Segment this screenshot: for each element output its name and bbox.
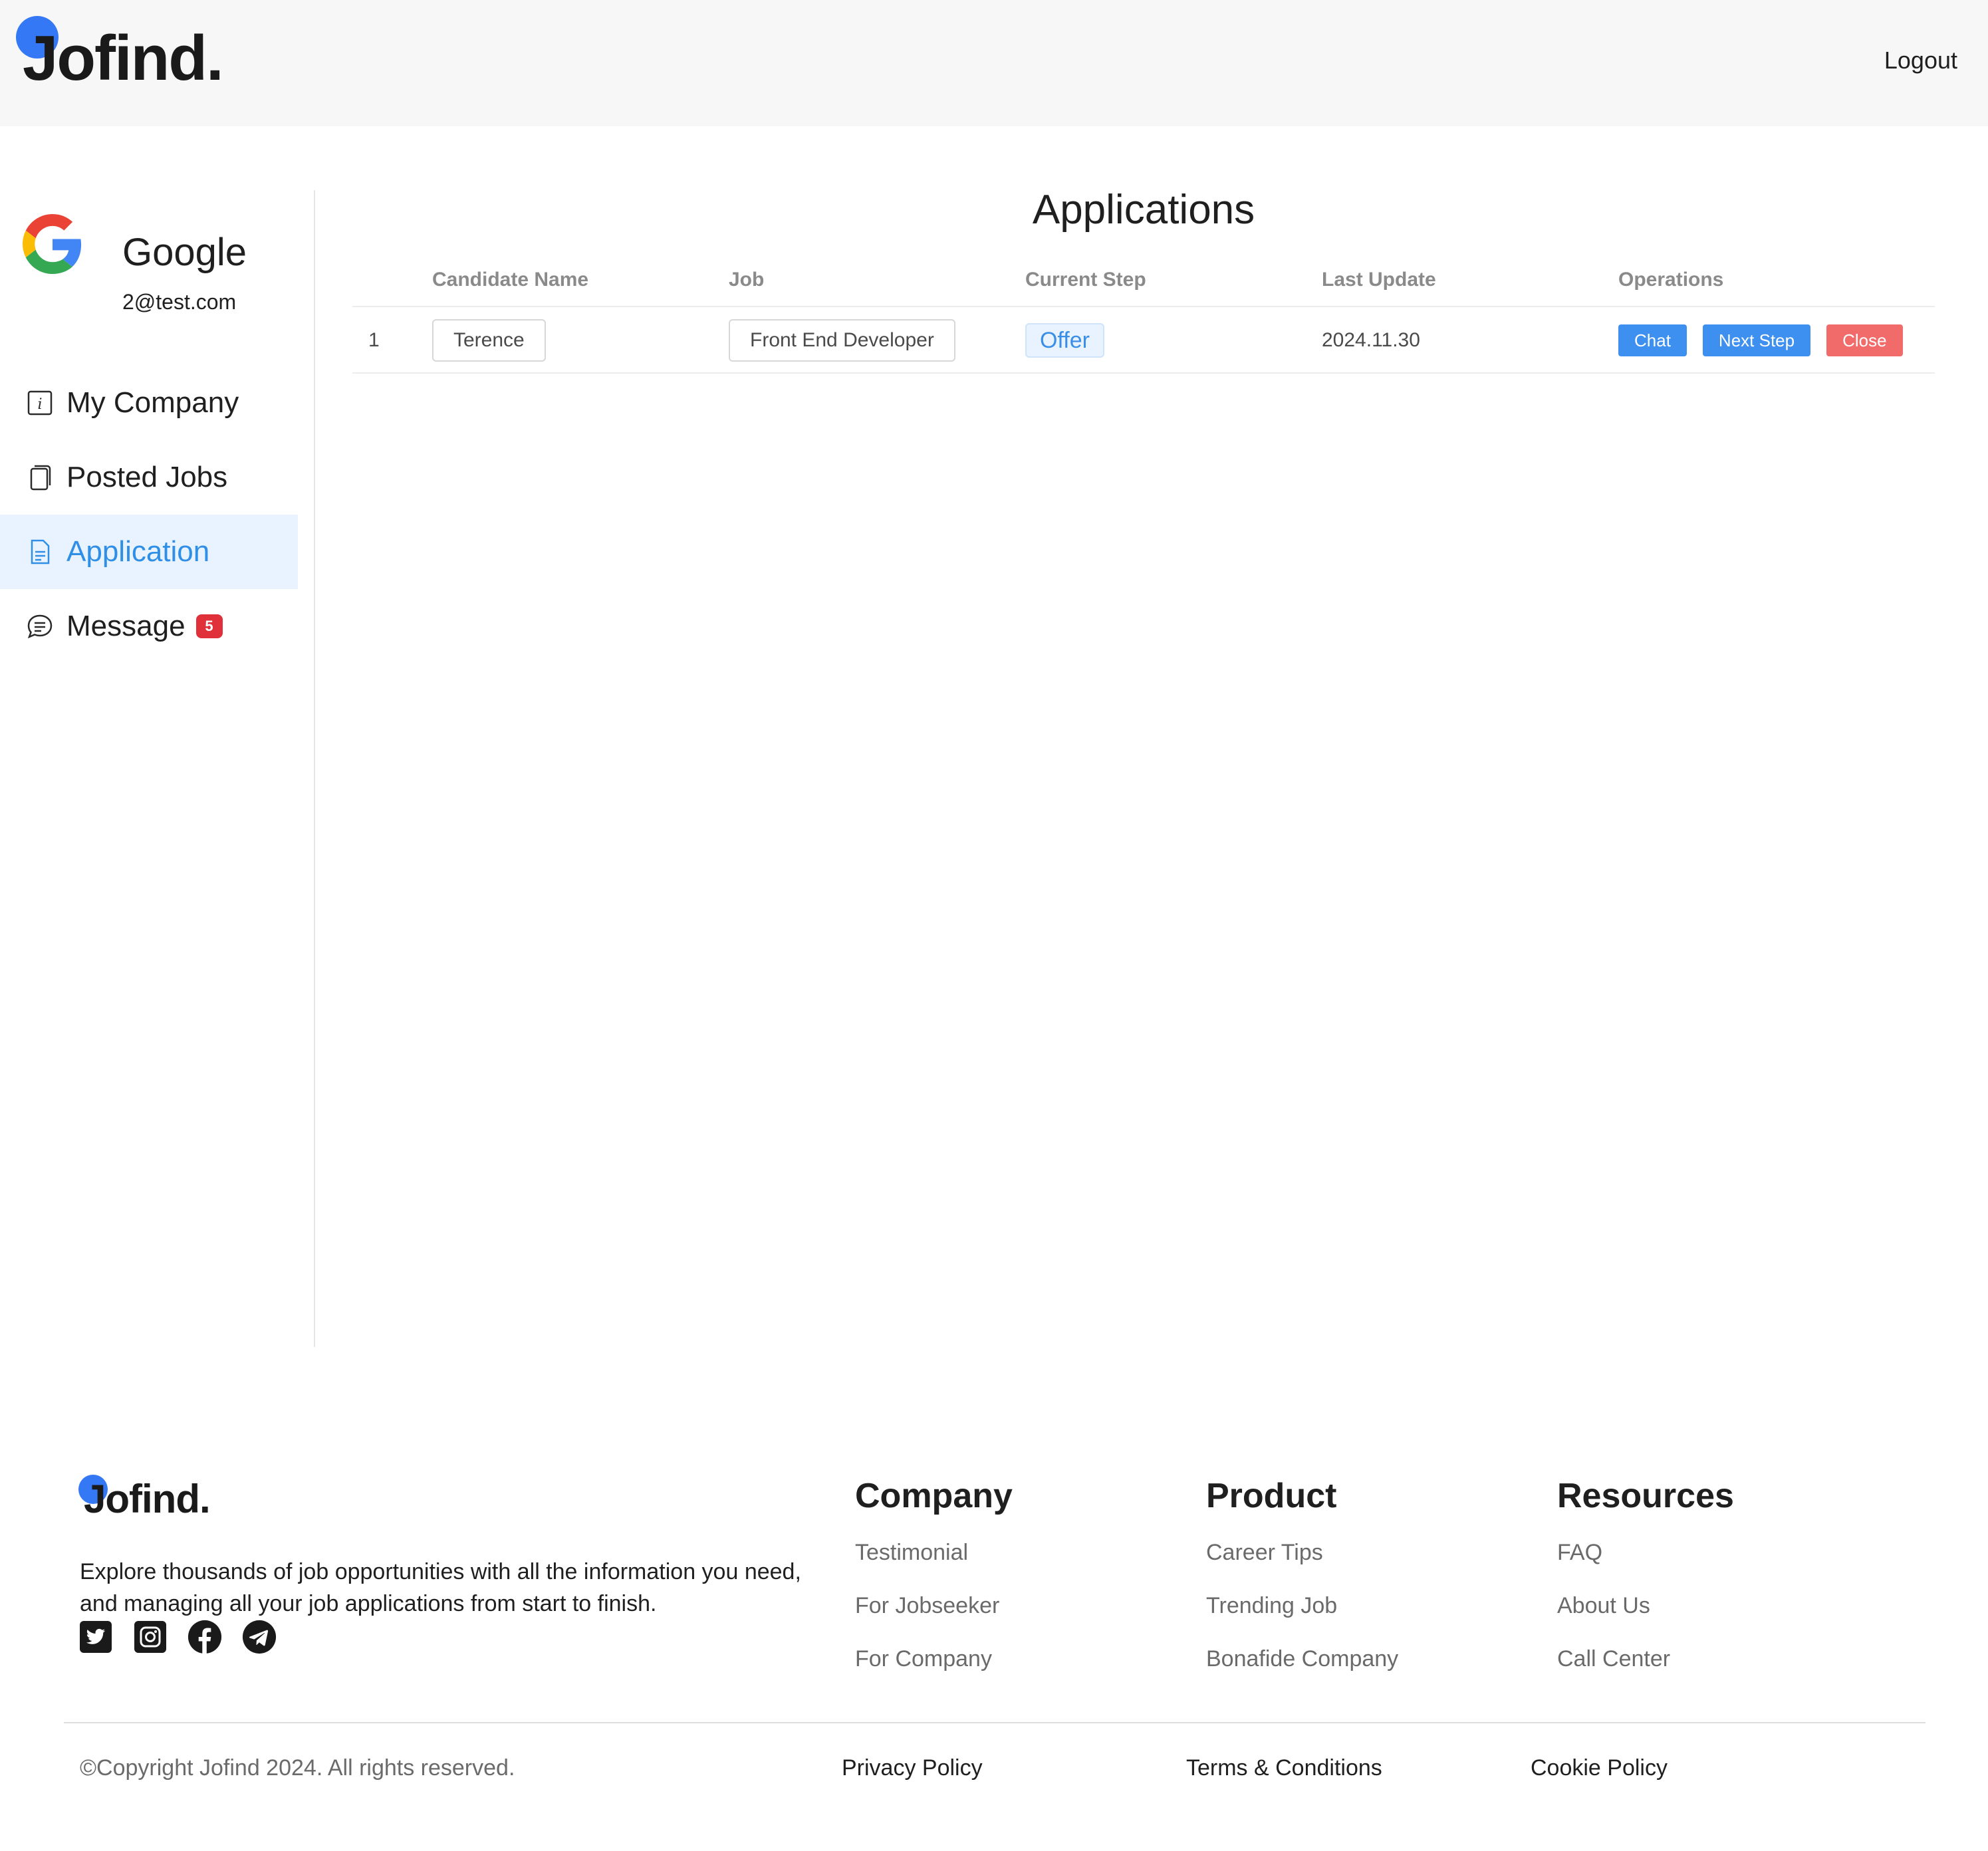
column-header-job: Job: [729, 269, 765, 291]
cookie-policy-link[interactable]: Cookie Policy: [1531, 1755, 1668, 1781]
footer-link-about-us[interactable]: About Us: [1557, 1589, 1734, 1642]
sidebar-menu: i My Company Posted Jobs Application Mes…: [0, 366, 298, 664]
company-name: Google: [122, 231, 247, 274]
terms-conditions-link[interactable]: Terms & Conditions: [1186, 1755, 1382, 1781]
facebook-icon[interactable]: [187, 1620, 222, 1654]
footer-link-bonafide-company[interactable]: Bonafide Company: [1206, 1642, 1398, 1695]
copy-icon: [25, 463, 55, 492]
table-row: 1 Terence Front End Developer Offer 2024…: [352, 307, 1935, 374]
footer-link-for-company[interactable]: For Company: [855, 1642, 1013, 1695]
twitter-icon[interactable]: [78, 1620, 113, 1654]
footer-column-company: Company Testimonial For Jobseeker For Co…: [855, 1476, 1013, 1695]
sidebar-item-my-company[interactable]: i My Company: [0, 366, 298, 440]
footer-divider: [64, 1722, 1926, 1723]
privacy-policy-link[interactable]: Privacy Policy: [842, 1755, 983, 1781]
last-update-value: 2024.11.30: [1322, 329, 1420, 351]
footer-column-title: Company: [855, 1477, 1013, 1515]
footer-link-testimonial[interactable]: Testimonial: [855, 1536, 1013, 1589]
footer-link-career-tips[interactable]: Career Tips: [1206, 1536, 1398, 1589]
google-logo-icon: [23, 214, 82, 274]
logo-text: Jofind.: [84, 1476, 211, 1521]
row-index: 1: [368, 329, 380, 351]
close-button[interactable]: Close: [1826, 324, 1903, 356]
message-count-badge: 5: [195, 614, 223, 638]
column-header-operations: Operations: [1618, 269, 1724, 291]
site-logo[interactable]: Jofind.: [16, 16, 224, 96]
chat-button[interactable]: Chat: [1618, 324, 1687, 356]
sidebar-item-message[interactable]: Message 5: [0, 589, 298, 664]
sidebar-item-posted-jobs[interactable]: Posted Jobs: [0, 440, 298, 515]
sidebar-item-label: Message: [66, 610, 186, 642]
logout-link[interactable]: Logout: [1884, 47, 1957, 74]
footer-description: Explore thousands of job opportunities w…: [80, 1559, 801, 1616]
copyright-text: ©Copyright Jofind 2024. All rights reser…: [80, 1755, 515, 1781]
footer-column-resources: Resources FAQ About Us Call Center: [1557, 1476, 1734, 1695]
column-header-current-step: Current Step: [1025, 269, 1146, 291]
footer-link-for-jobseeker[interactable]: For Jobseeker: [855, 1589, 1013, 1642]
candidate-name-tag[interactable]: Terence: [432, 319, 546, 362]
logo-text: Jofind.: [23, 23, 224, 94]
top-header: Jofind. Logout: [0, 0, 1988, 126]
svg-text:i: i: [37, 396, 42, 413]
applications-table: Candidate Name Job Current Step Last Upd…: [352, 254, 1935, 374]
job-title-tag[interactable]: Front End Developer: [729, 319, 955, 362]
sidebar-item-label: Application: [66, 535, 210, 568]
chat-bubble-icon: [25, 612, 55, 641]
footer-column-title: Resources: [1557, 1477, 1734, 1515]
table-header: Candidate Name Job Current Step Last Upd…: [352, 254, 1935, 307]
footer-logo[interactable]: Jofind.: [78, 1472, 211, 1525]
column-header-candidate: Candidate Name: [432, 269, 589, 291]
page-title: Applications: [1032, 187, 1255, 233]
instagram-icon[interactable]: [133, 1620, 168, 1654]
social-links: [78, 1620, 277, 1654]
telegram-icon[interactable]: [242, 1620, 277, 1654]
sidebar-item-label: My Company: [66, 386, 239, 419]
footer-link-trending-job[interactable]: Trending Job: [1206, 1589, 1398, 1642]
next-step-button[interactable]: Next Step: [1702, 324, 1811, 356]
footer-link-faq[interactable]: FAQ: [1557, 1536, 1734, 1589]
footer-column-product: Product Career Tips Trending Job Bonafid…: [1206, 1476, 1398, 1695]
sidebar: Google 2@test.com i My Company Posted Jo…: [0, 190, 315, 1347]
info-icon: i: [25, 388, 55, 418]
footer-column-title: Product: [1206, 1477, 1337, 1515]
column-header-last-update: Last Update: [1322, 269, 1436, 291]
company-email: 2@test.com: [122, 290, 237, 314]
footer-link-call-center[interactable]: Call Center: [1557, 1642, 1734, 1695]
sidebar-item-label: Posted Jobs: [66, 461, 228, 493]
document-icon: [25, 537, 55, 566]
current-step-tag: Offer: [1025, 323, 1104, 358]
sidebar-item-application[interactable]: Application: [0, 515, 298, 589]
